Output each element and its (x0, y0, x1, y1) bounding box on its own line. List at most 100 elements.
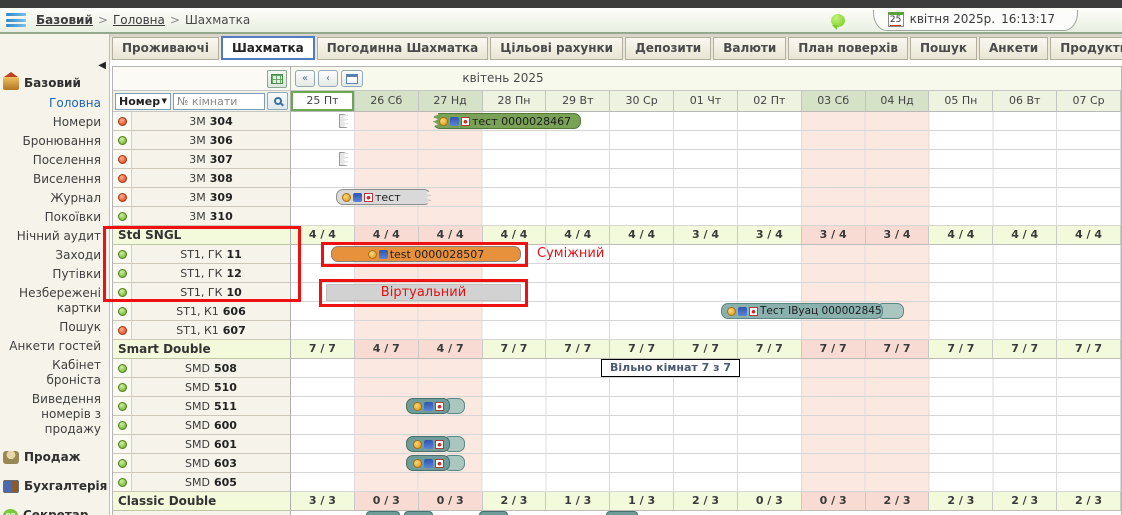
room-cell[interactable]: 3M306 (113, 131, 291, 150)
table-view-button[interactable] (267, 70, 287, 88)
sidebar-section-secretary[interactable]: oo Секретар (0, 503, 109, 515)
day-header[interactable]: 25 Пт (291, 91, 355, 111)
day-header[interactable]: 06 Вт (993, 91, 1057, 111)
room-cell[interactable]: SMD603 (113, 454, 291, 473)
day-header[interactable]: 28 Пн (483, 91, 547, 111)
sidebar-section-base[interactable]: Базовий (0, 71, 109, 94)
day-header[interactable]: 04 Нд (866, 91, 930, 111)
room-cell[interactable]: 3M304 (113, 112, 291, 131)
room-cell[interactable]: SMD601 (113, 435, 291, 454)
timeline-row[interactable] (291, 169, 1121, 188)
sidebar-section-accounting[interactable]: Бухгалтерія (0, 474, 109, 497)
chat-bubble-icon[interactable] (831, 14, 845, 27)
booking-bar[interactable] (406, 455, 450, 471)
room-cell[interactable]: 3M310 (113, 207, 291, 226)
sidebar-item-vyvedennya-nomeriv[interactable]: Виведення номерів з продажу (0, 390, 109, 439)
timeline-row[interactable] (291, 378, 1121, 397)
room-cell[interactable]: ST1, ГК10 (113, 283, 291, 302)
booking-bar[interactable] (404, 511, 433, 515)
timeline-row[interactable] (291, 207, 1121, 226)
tab-poshuk[interactable]: Пошук (910, 37, 977, 60)
booking-fragment[interactable] (339, 152, 348, 166)
tab-ankety[interactable]: Анкети (979, 37, 1048, 60)
day-header[interactable]: 05 Пн (929, 91, 993, 111)
room-cell[interactable]: ST1, ГК12 (113, 264, 291, 283)
breadcrumb-home[interactable]: Головна (113, 13, 165, 27)
tab-shakhmatka[interactable]: Шахматка (221, 36, 315, 60)
sidebar-item-nichnyi-audyt[interactable]: Нічний аудит (0, 227, 109, 246)
virtual-room-bar[interactable]: Віртуальний (326, 284, 521, 301)
day-header[interactable]: 01 Чт (674, 91, 738, 111)
search-button[interactable] (267, 92, 288, 110)
timeline-row[interactable]: test 0000028507 (291, 245, 1121, 264)
timeline-row[interactable]: тест (291, 188, 1121, 207)
room-cell[interactable]: SMD600 (113, 416, 291, 435)
day-header[interactable]: 26 Сб (355, 91, 419, 111)
booking-bar[interactable]: тест (336, 189, 431, 205)
sidebar-item-zhurnal[interactable]: Журнал (0, 189, 109, 208)
sidebar-item-holovna[interactable]: Головна (0, 94, 109, 113)
booking-bar[interactable]: Тест ІВуац 0000028456 (721, 303, 883, 319)
timeline-row[interactable] (291, 454, 1121, 473)
tab-produktyvnist[interactable]: Продуктивність (1050, 37, 1122, 60)
room-cell[interactable]: ST1, К1607 (113, 321, 291, 340)
timeline-row[interactable]: Тест ІВуац 0000028456 (291, 302, 1121, 321)
timeline-row[interactable] (291, 435, 1121, 454)
booking-bar[interactable]: test 0000028507 (331, 246, 521, 262)
tab-tsilovi-rakhunky[interactable]: Цільові рахунки (490, 37, 623, 60)
room-group-header[interactable]: Smart Double (113, 340, 291, 359)
sidebar-item-zakhody[interactable]: Заходи (0, 246, 109, 265)
room-cell[interactable]: SMD510 (113, 378, 291, 397)
sidebar-item-poselennya[interactable]: Поселення (0, 151, 109, 170)
day-header[interactable]: 07 Ср (1057, 91, 1121, 111)
booking-bar[interactable] (606, 511, 638, 515)
room-cell[interactable]: SMD508 (113, 359, 291, 378)
room-cell[interactable]: 3M307 (113, 150, 291, 169)
tab-pohodynna-shakhmatka[interactable]: Погодинна Шахматка (317, 37, 489, 60)
day-header[interactable]: 27 Нд (419, 91, 483, 111)
room-group-header[interactable]: Std SNGL (113, 226, 291, 245)
day-header[interactable]: 03 Сб (802, 91, 866, 111)
sidebar-collapse-icon[interactable]: ◀ (0, 34, 109, 71)
timeline-row[interactable] (291, 150, 1121, 169)
timeline-row[interactable] (291, 397, 1121, 416)
menu-icon[interactable] (6, 13, 26, 27)
sidebar-item-ankety-hostei[interactable]: Анкети гостей (0, 337, 109, 356)
sidebar-item-vyselennya[interactable]: Виселення (0, 170, 109, 189)
timeline-row[interactable]: Вільно кімнат 7 з 7 (291, 359, 1121, 378)
timeline-row[interactable] (291, 416, 1121, 435)
sidebar-item-bronyuvannya[interactable]: Бронювання (0, 132, 109, 151)
room-cell[interactable]: SMD511 (113, 397, 291, 416)
tab-valyuty[interactable]: Валюти (713, 37, 786, 60)
day-header[interactable]: 02 Пт (738, 91, 802, 111)
timeline-row[interactable]: Віртуальний (291, 283, 1121, 302)
sidebar-item-nomery[interactable]: Номери (0, 113, 109, 132)
tab-depozyty[interactable]: Депозити (625, 37, 711, 60)
timeline-row[interactable] (291, 131, 1121, 150)
booking-bar[interactable] (366, 511, 400, 515)
timeline-row[interactable] (291, 264, 1121, 283)
filter-field-select[interactable]: Номер ▼ (115, 93, 171, 110)
datetime-widget[interactable]: 25 квітня 2025р. 16:13:17 (873, 10, 1078, 31)
breadcrumb-base[interactable]: Базовий (36, 13, 93, 27)
room-cell[interactable]: SMD605 (113, 473, 291, 492)
room-cell[interactable]: 3M309 (113, 188, 291, 207)
timeline-row[interactable]: тест 0000028467 (291, 112, 1121, 131)
sidebar-section-sales[interactable]: Продаж (0, 445, 109, 468)
sidebar-item-poshuk[interactable]: Пошук (0, 318, 109, 337)
sidebar-item-kabinet-bronista[interactable]: Кабінет броніста (0, 356, 109, 390)
sidebar-item-pokoivky[interactable]: Покоївки (0, 208, 109, 227)
room-cell[interactable]: 3M308 (113, 169, 291, 188)
booking-bar[interactable] (479, 511, 508, 515)
tab-prozhyvayuchi[interactable]: Проживаючі (112, 37, 219, 60)
booking-bar[interactable]: тест 0000028467 (433, 113, 581, 129)
sidebar-item-nezberezheni-kartky[interactable]: Незбережені картки (0, 284, 109, 318)
room-number-input[interactable] (173, 93, 265, 110)
day-header[interactable]: 29 Вт (546, 91, 610, 111)
timeline-row[interactable] (291, 473, 1121, 492)
booking-bar[interactable] (406, 436, 450, 452)
tab-plan-poverkhiv[interactable]: План поверхів (788, 37, 908, 60)
sidebar-item-putivky[interactable]: Путівки (0, 265, 109, 284)
timeline-row[interactable] (291, 321, 1121, 340)
booking-fragment[interactable] (339, 114, 348, 128)
